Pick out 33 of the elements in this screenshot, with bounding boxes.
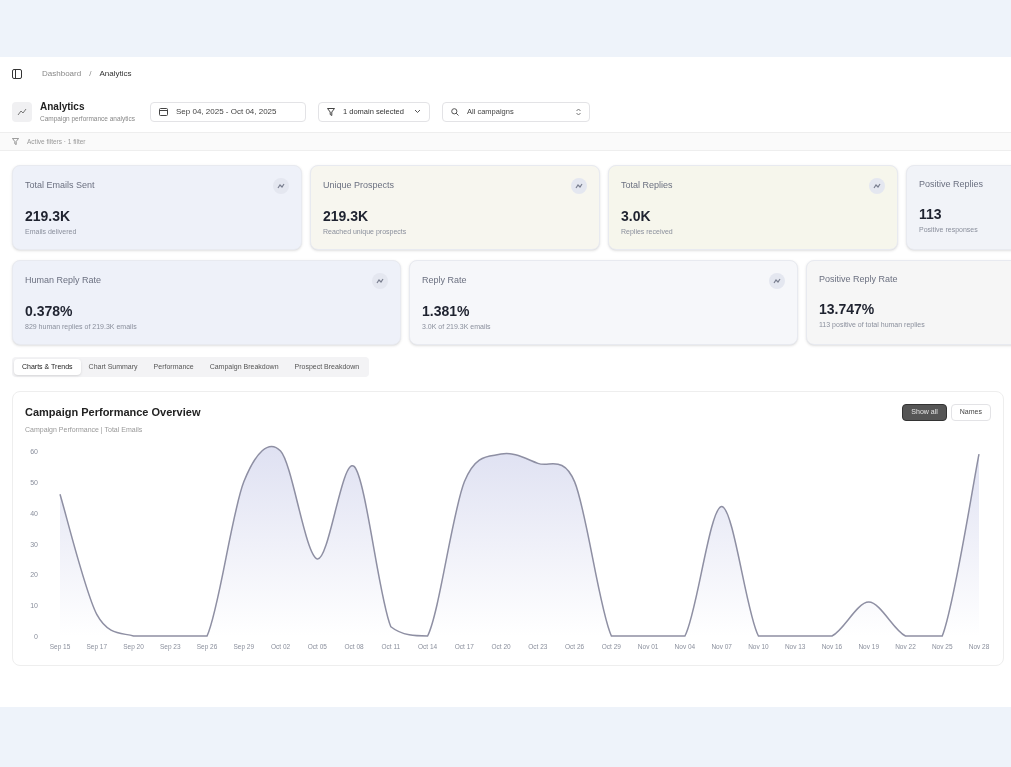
stat-label: Positive Replies <box>919 178 984 191</box>
stat-label: Positive Reply Rate <box>819 273 898 286</box>
search-icon <box>451 107 459 116</box>
stat-label: Unique Prospects <box>323 179 395 193</box>
stat-value: 0.378% <box>25 302 74 321</box>
chevron-down-icon <box>414 109 421 114</box>
stat-value: 13.747% <box>819 299 876 319</box>
filter-icon <box>12 138 19 145</box>
page-title: Analytics <box>40 100 86 115</box>
chart-icon <box>273 178 289 194</box>
stat-value: 113 <box>919 204 943 224</box>
date-range-picker[interactable]: Sep 04, 2025 - Oct 04, 2025 <box>150 101 306 122</box>
stat-value: 219.3K <box>25 207 72 226</box>
analytics-icon <box>12 101 32 122</box>
calendar-icon <box>159 107 168 116</box>
sort-icon <box>576 107 581 116</box>
stat-value: 1.381% <box>422 302 471 321</box>
chart-icon <box>571 178 587 194</box>
chart-icon <box>769 273 785 289</box>
chart-icon <box>869 178 885 194</box>
chart-icon <box>372 273 388 289</box>
chart-title: Campaign Performance Overview <box>25 405 201 420</box>
stat-value: 219.3K <box>323 207 370 226</box>
sidebar-toggle-icon[interactable] <box>12 69 22 79</box>
stat-label: Total Emails Sent <box>25 179 95 193</box>
stat-label: Human Reply Rate <box>25 274 102 288</box>
breadcrumb-separator: / <box>89 68 92 80</box>
stat-label: Reply Rate <box>422 274 467 288</box>
breadcrumb-current: Analytics <box>99 68 132 80</box>
stat-value: 3.0K <box>621 207 652 226</box>
filter-icon <box>327 107 335 116</box>
stat-label: Total Replies <box>621 179 673 193</box>
breadcrumb-link[interactable]: Dashboard <box>42 68 82 80</box>
